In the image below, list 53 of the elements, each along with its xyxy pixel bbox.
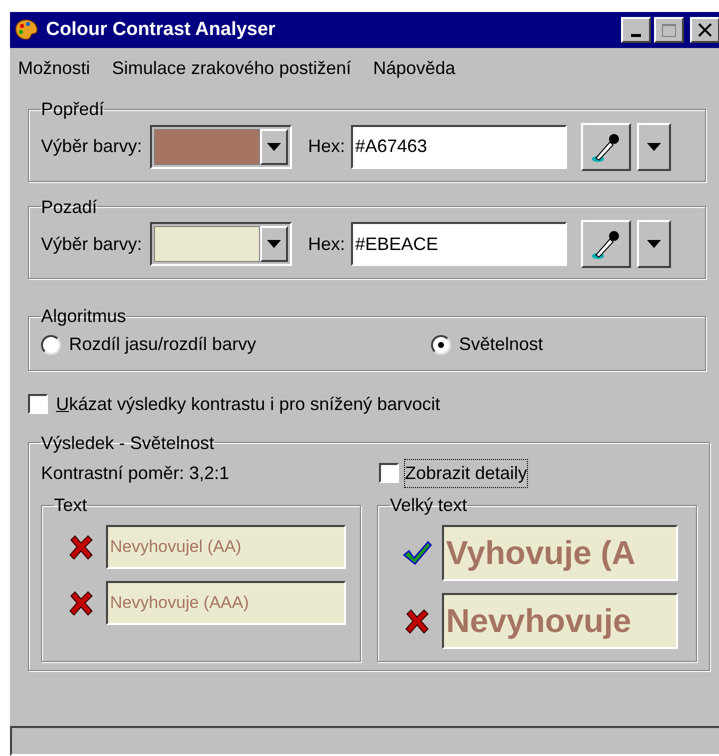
colour-picker[interactable]	[150, 124, 292, 168]
cross-icon	[68, 590, 94, 616]
radio-label: Světelnost	[459, 333, 544, 356]
check-icon	[402, 540, 432, 566]
checkbox[interactable]	[28, 394, 48, 414]
field-label: Výběr barvy:	[41, 232, 142, 256]
maximize-icon	[662, 24, 676, 36]
close-button[interactable]	[690, 17, 719, 43]
result-field: Vyhovuje (A	[442, 524, 678, 580]
menu-item[interactable]: Možnosti	[18, 54, 90, 82]
group-title: Text	[54, 494, 88, 516]
group-title: Popředí	[41, 98, 104, 120]
checkbox-label: Ukázat výsledky kontrastu i pro snížený barvocit	[56, 392, 440, 416]
menu-item[interactable]: Nápověda	[373, 54, 456, 82]
eyedropper-icon	[592, 228, 620, 260]
eyedropper-button[interactable]	[581, 122, 632, 170]
group-title: Velký text	[390, 494, 468, 516]
hex-field[interactable]: #A67463	[351, 124, 568, 168]
result-field: Nevyhovuje	[442, 592, 678, 648]
dropdown-button[interactable]	[260, 128, 288, 164]
radio-label: Rozdíl jasu/rozdíl barvy	[69, 333, 256, 356]
radio-button[interactable]	[431, 334, 451, 354]
group-title: Výsledek - Světelnost	[41, 432, 214, 454]
dropdown-button[interactable]	[637, 220, 672, 268]
group-title: Pozadí	[41, 196, 98, 218]
palette-icon	[14, 18, 38, 42]
result-field: Nevyhovuje (AAA)	[106, 580, 346, 624]
caret-icon	[267, 240, 282, 248]
minimize-button[interactable]	[621, 17, 651, 43]
contrast-ratio: Kontrastní poměr: 3,2:1	[41, 462, 230, 485]
colour-picker[interactable]	[150, 222, 292, 266]
group-title: Algoritmus	[41, 305, 126, 328]
cross-icon	[68, 534, 94, 560]
window-title: Colour Contrast Analyser	[46, 18, 276, 42]
maximize-button[interactable]	[654, 17, 684, 43]
checkbox[interactable]	[379, 463, 399, 483]
hex-field[interactable]: #EBEACE	[351, 222, 568, 266]
checkbox-label: Zobrazit detaily	[405, 460, 528, 486]
radio-button[interactable]	[41, 334, 61, 354]
close-icon	[698, 23, 712, 37]
dropdown-button[interactable]	[637, 122, 672, 170]
caret-icon	[647, 240, 662, 248]
field-label: Hex:	[308, 135, 346, 158]
result-field: Nevyhovujel (AA)	[106, 524, 346, 568]
menu-item[interactable]: Simulace zrakového postižení	[112, 54, 352, 82]
caret-icon	[647, 142, 662, 150]
field-label: Hex:	[308, 232, 346, 256]
minimize-icon	[631, 34, 641, 37]
dropdown-button[interactable]	[260, 226, 288, 262]
caret-icon	[267, 142, 282, 150]
field-label: Výběr barvy:	[41, 135, 142, 158]
eyedropper-button[interactable]	[581, 220, 632, 268]
cross-icon	[404, 608, 430, 634]
